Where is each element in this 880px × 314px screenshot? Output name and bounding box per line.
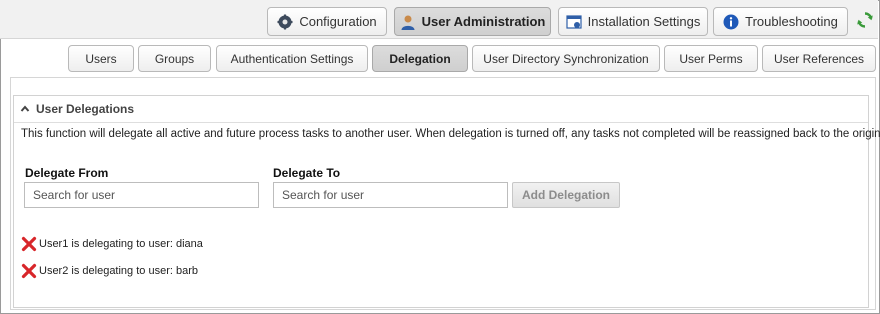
- subtab-user-directory-synchronization[interactable]: User Directory Synchronization: [472, 45, 660, 72]
- tab-configuration[interactable]: Configuration: [267, 7, 387, 36]
- tab-installation-settings[interactable]: Installation Settings: [558, 7, 708, 36]
- gear-icon: [277, 14, 293, 29]
- subtab-label: Users: [85, 51, 117, 66]
- delegate-from-label: Delegate From: [25, 166, 109, 180]
- delegate-from-input[interactable]: [24, 182, 259, 208]
- delegation-text: User1 is delegating to user: diana: [39, 238, 203, 250]
- remove-delegation-icon[interactable]: [21, 263, 37, 279]
- subtab-label: Groups: [154, 51, 195, 66]
- delegation-row: User1 is delegating to user: diana: [21, 236, 203, 252]
- subtab-label: User References: [773, 51, 865, 66]
- chevron-up-icon[interactable]: [20, 104, 30, 114]
- delegation-row: User2 is delegating to user: barb: [21, 263, 198, 279]
- subtab-label: User Directory Synchronization: [483, 51, 649, 66]
- tab-label: User Administration: [421, 14, 546, 29]
- remove-delegation-icon[interactable]: [21, 236, 37, 252]
- delegate-to-input[interactable]: [273, 182, 508, 208]
- settings-window-icon: [566, 14, 582, 29]
- user-icon: [401, 15, 415, 30]
- subtab-groups[interactable]: Groups: [138, 45, 211, 72]
- subtab-users[interactable]: Users: [68, 45, 134, 72]
- panel-description: This function will delegate all active a…: [21, 128, 880, 140]
- refresh-icon[interactable]: [856, 11, 874, 29]
- tab-label: Installation Settings: [587, 14, 701, 29]
- subtab-delegation[interactable]: Delegation: [372, 45, 468, 72]
- delegation-text: User2 is delegating to user: barb: [39, 265, 198, 277]
- info-icon: [723, 14, 739, 29]
- subtab-user-perms[interactable]: User Perms: [664, 45, 758, 72]
- panel-header[interactable]: User Delegations: [14, 96, 868, 123]
- delegate-to-label: Delegate To: [273, 166, 341, 180]
- subtab-label: User Perms: [679, 51, 743, 66]
- panel-title: User Delegations: [36, 102, 135, 116]
- subtab-user-references[interactable]: User References: [762, 45, 876, 72]
- add-delegation-button[interactable]: Add Delegation: [512, 182, 620, 208]
- tab-label: Troubleshooting: [745, 14, 838, 29]
- subtab-label: Authentication Settings: [230, 51, 354, 66]
- subtab-label: Delegation: [389, 51, 451, 66]
- tab-user-administration[interactable]: User Administration: [394, 7, 551, 36]
- tab-label: Configuration: [299, 14, 377, 29]
- subtab-authentication-settings[interactable]: Authentication Settings: [216, 45, 368, 72]
- tab-troubleshooting[interactable]: Troubleshooting: [713, 7, 848, 36]
